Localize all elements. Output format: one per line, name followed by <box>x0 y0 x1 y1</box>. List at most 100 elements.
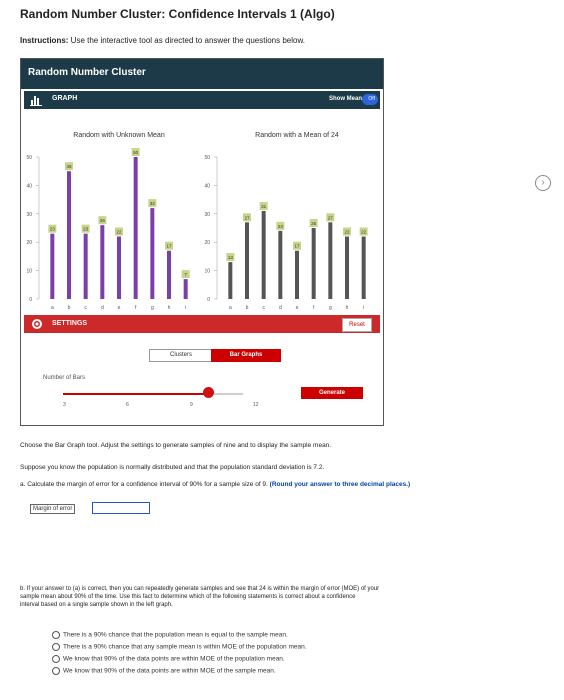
radio-2[interactable] <box>52 643 60 651</box>
option-4-label: We know that 90% of the data points are … <box>63 667 276 675</box>
x-tick-label: f <box>313 305 315 311</box>
x-tick-label: e <box>296 305 299 311</box>
slider-tick-6: 6 <box>126 402 129 408</box>
data-label: 27 <box>244 215 250 220</box>
bar <box>133 157 138 299</box>
option-1[interactable]: There is a 90% chance that the populatio… <box>52 631 288 639</box>
x-tick-label: i <box>363 305 364 311</box>
bar-graphs-tab[interactable]: Bar Graphs <box>211 349 281 362</box>
y-tick-label: 40 <box>26 183 32 189</box>
x-tick-label: d <box>279 305 282 311</box>
y-tick-label: 0 <box>207 297 210 303</box>
bar <box>328 222 333 299</box>
charts-svg: Random with Unknown Mean 0 10 20 30 40 50 23 a 45… <box>26 132 368 311</box>
y-tick-label: 30 <box>204 212 210 218</box>
y-tick-label: 50 <box>26 155 32 161</box>
x-tick-label: d <box>101 305 104 311</box>
data-label: 24 <box>278 224 284 229</box>
widget-title: Random Number Cluster <box>28 67 146 78</box>
y-tick-label: 20 <box>26 240 32 246</box>
bar <box>261 210 266 299</box>
x-tick-label: c <box>84 305 87 311</box>
settings-label: SETTINGS <box>52 320 88 327</box>
widget-header: Random Number Cluster <box>21 59 383 89</box>
option-3[interactable]: We know that 90% of the data points are … <box>52 655 285 663</box>
bar <box>311 228 316 299</box>
option-1-label: There is a 90% chance that the populatio… <box>63 631 288 639</box>
graph-bar: GRAPH Show Mean Off <box>24 91 380 109</box>
number-of-bars-label: Number of Bars <box>43 375 86 381</box>
instructions-label: Instructions: <box>20 36 69 45</box>
bar <box>150 208 155 299</box>
question-part-b-1: b. If your answer to (a) is correct, the… <box>20 586 380 592</box>
question-part-a: a. Calculate the margin of error for a c… <box>20 481 410 488</box>
bar <box>295 250 299 299</box>
show-mean-label: Show Mean <box>328 96 362 102</box>
x-tick-label: i <box>185 305 186 311</box>
x-tick-label: a <box>51 305 54 311</box>
data-label: 32 <box>150 201 156 206</box>
bar <box>245 222 249 299</box>
gear-icon <box>32 319 42 329</box>
question-intro: Choose the Bar Graph tool. Adjust the se… <box>20 442 332 449</box>
data-label: 22 <box>344 230 350 235</box>
moe-input[interactable] <box>92 502 150 514</box>
part-a-text: a. Calculate the margin of error for a c… <box>20 481 268 488</box>
slider-tick-3: 3 <box>63 402 66 408</box>
y-tick-label: 30 <box>26 212 32 218</box>
x-tick-label: h <box>346 305 349 311</box>
question-suppose: Suppose you know the population is norma… <box>20 464 325 471</box>
graph-label: GRAPH <box>52 95 78 102</box>
x-tick-label: c <box>262 305 265 311</box>
data-label: 27 <box>328 215 334 220</box>
option-4[interactable]: We know that 90% of the data points are … <box>52 667 276 675</box>
x-tick-label: b <box>68 305 71 311</box>
data-label: 22 <box>361 230 367 235</box>
x-tick-label: h <box>168 305 171 311</box>
slider-thumb[interactable] <box>203 387 214 398</box>
option-2[interactable]: There is a 90% chance that any sample me… <box>52 643 307 651</box>
bar <box>100 225 105 299</box>
data-label: 25 <box>311 221 317 226</box>
bar <box>278 230 283 299</box>
y-tick-label: 50 <box>204 155 210 161</box>
slider-tick-12: 12 <box>253 402 259 408</box>
x-tick-label: g <box>329 305 332 311</box>
data-label: 45 <box>66 164 72 169</box>
y-tick-label: 10 <box>26 269 32 275</box>
bar <box>345 236 349 299</box>
y-tick-label: 0 <box>29 297 32 303</box>
radio-1[interactable] <box>52 631 60 639</box>
bar <box>67 171 71 299</box>
data-label: 22 <box>116 230 122 235</box>
show-mean-toggle[interactable]: Off <box>362 94 378 105</box>
moe-label: Margin of error <box>30 504 76 514</box>
toggle-state: Off <box>368 96 375 102</box>
bar <box>183 279 188 299</box>
page-title: Random Number Cluster: Confidence Interv… <box>20 7 335 21</box>
clusters-tab[interactable]: Clusters <box>149 349 213 362</box>
reset-button[interactable]: Reset <box>342 318 372 332</box>
question-part-b-3: interval based on a single sample shown … <box>20 602 173 608</box>
data-label: 17 <box>166 244 172 249</box>
y-tick-label: 10 <box>204 269 210 275</box>
settings-bar: SETTINGS Reset <box>24 315 380 333</box>
part-a-hint: (Round your answer to three decimal plac… <box>269 481 411 488</box>
bar <box>228 262 233 299</box>
chart-title: Random with a Mean of 24 <box>255 132 339 139</box>
y-tick-label: 20 <box>204 240 210 246</box>
random-number-cluster-widget: Random Number Cluster GRAPH Show Mean Of… <box>20 58 384 426</box>
generate-button[interactable]: Generate <box>301 387 363 399</box>
help-icon[interactable]: › <box>535 175 551 191</box>
radio-3[interactable] <box>52 655 60 663</box>
option-3-label: We know that 90% of the data points are … <box>63 655 285 663</box>
data-label: 13 <box>228 255 234 260</box>
data-label: 17 <box>294 244 300 249</box>
instructions-text: Use the interactive tool as directed to … <box>68 36 306 45</box>
bar <box>167 250 171 299</box>
bar <box>50 233 55 299</box>
radio-4[interactable] <box>52 667 60 675</box>
chart-title: Random with Unknown Mean <box>73 132 165 139</box>
x-tick-label: a <box>229 305 232 311</box>
x-tick-label: f <box>135 305 137 311</box>
